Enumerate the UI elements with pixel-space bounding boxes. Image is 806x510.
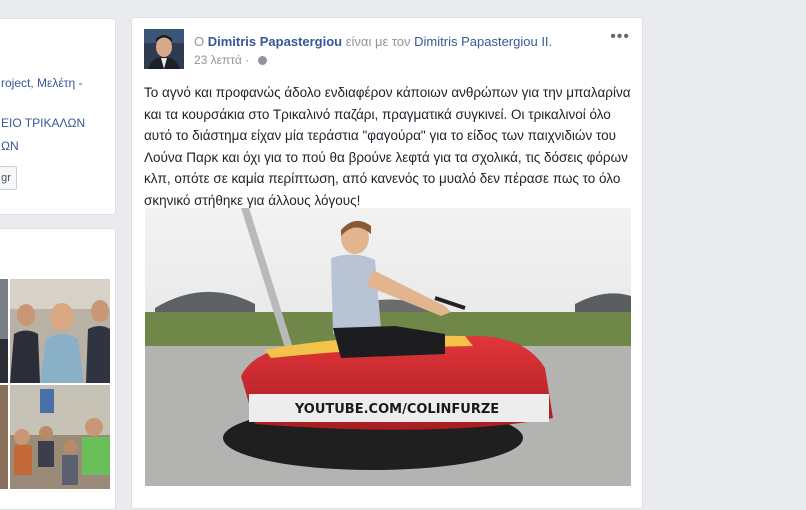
photo-thumb-2[interactable] bbox=[10, 279, 110, 383]
post-meta: 23 λεπτά · bbox=[194, 53, 267, 67]
author-avatar[interactable] bbox=[144, 29, 184, 69]
left-link-trikala[interactable]: ΕΙΟ ΤΡΙΚΑΛΩΝ bbox=[1, 116, 85, 130]
photo-thumb-4[interactable] bbox=[10, 385, 110, 489]
post-options-icon[interactable]: ••• bbox=[610, 28, 630, 46]
tagged-person-link[interactable]: Dimitris Papastergiou II. bbox=[414, 34, 552, 49]
with-text: είναι με τον bbox=[345, 34, 411, 49]
language-button[interactable]: gr bbox=[0, 166, 17, 190]
left-link-3[interactable]: ΩΝ bbox=[1, 139, 19, 153]
post-prefix: Ο bbox=[194, 34, 205, 49]
left-link-project[interactable]: roject, Μελέτη - bbox=[1, 76, 82, 90]
meta-separator: · bbox=[245, 53, 250, 67]
left-info-card: roject, Μελέτη - ΕΙΟ ΤΡΙΚΑΛΩΝ ΩΝ gr bbox=[0, 18, 116, 215]
news-feed-post: Ο Dimitris Papastergiou είναι με τον Dim… bbox=[131, 17, 643, 509]
image-caption-text: YOUTUBE.COM/COLINFURZE bbox=[294, 402, 499, 417]
left-photos-card bbox=[0, 228, 116, 510]
post-body-text: Το αγνό και προφανώς άδολο ενδιαφέρον κά… bbox=[144, 85, 631, 208]
post-timestamp[interactable]: 23 λεπτά bbox=[194, 53, 242, 67]
post-photo[interactable]: YOUTUBE.COM/COLINFURZE bbox=[145, 208, 631, 486]
author-link[interactable]: Dimitris Papastergiou bbox=[208, 34, 342, 49]
photo-thumb-1[interactable] bbox=[0, 279, 8, 383]
photo-thumb-3[interactable] bbox=[0, 385, 8, 489]
globe-icon[interactable] bbox=[257, 56, 267, 66]
post-header: Ο Dimitris Papastergiou είναι με τον Dim… bbox=[194, 34, 552, 49]
